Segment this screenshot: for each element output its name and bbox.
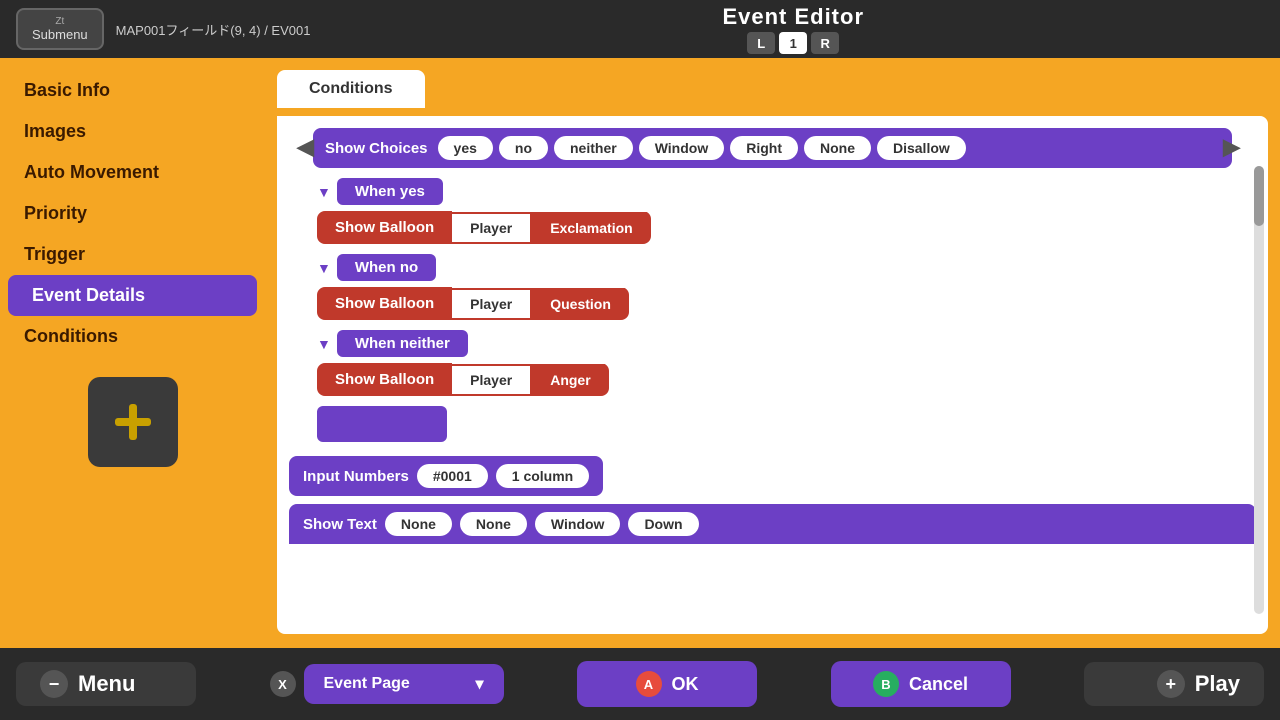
bottom-bar: − Menu X Event Page ▾ A OK B Cancel + Pl… [0, 648, 1280, 720]
when-neither-header: ▼ When neither [317, 330, 1256, 357]
minus-button[interactable]: − [40, 670, 68, 698]
when-neither-param1: Player [452, 364, 532, 396]
page-nav: L 1 R [322, 32, 1264, 54]
when-yes-action-row: Show Balloon Player Exclamation [317, 211, 651, 244]
choice-disallow-btn[interactable]: Disallow [877, 136, 966, 160]
page-title: Event Editor [322, 4, 1264, 30]
show-text-param3: Window [535, 512, 621, 536]
when-no-action-label: Show Balloon [317, 287, 452, 320]
top-bar: Zt Submenu MAP001フィールド(9, 4) / EV001 Eve… [0, 0, 1280, 58]
cancel-button[interactable]: B Cancel [831, 661, 1011, 707]
show-choices-label: Show Choices [325, 140, 428, 157]
choice-right-btn[interactable]: Right [730, 136, 798, 160]
event-page-button[interactable]: Event Page ▾ [304, 664, 504, 704]
ok-button[interactable]: A OK [577, 661, 757, 707]
when-neither-expand-arrow[interactable]: ▼ [317, 336, 331, 352]
menu-area: − Menu [16, 662, 196, 706]
a-badge: A [636, 671, 662, 697]
choice-none-btn[interactable]: None [804, 136, 871, 160]
breadcrumb: MAP001フィールド(9, 4) / EV001 [116, 20, 311, 39]
sidebar-item-conditions[interactable]: Conditions [0, 316, 265, 357]
input-numbers-row: Input Numbers #0001 1 column [289, 456, 603, 496]
play-label: Play [1195, 671, 1240, 697]
submenu-zt: Zt [55, 16, 64, 27]
page-r-button[interactable]: R [811, 32, 839, 54]
sidebar-item-trigger[interactable]: Trigger [0, 234, 265, 275]
when-no-expand-arrow[interactable]: ▼ [317, 260, 331, 276]
sidebar-item-basic-info[interactable]: Basic Info [0, 70, 265, 111]
b-badge: B [873, 671, 899, 697]
show-text-param1: None [385, 512, 452, 536]
sidebar-item-auto-movement[interactable]: Auto Movement [0, 152, 265, 193]
when-neither-action-label: Show Balloon [317, 363, 452, 396]
x-badge: X [270, 671, 296, 697]
editor-panel: ◀ ▶ Show Choices yes no neither Window R… [277, 116, 1268, 634]
when-no-label: When no [337, 254, 436, 281]
when-yes-header: ▼ When yes [317, 178, 1256, 205]
empty-indent-block [317, 406, 447, 442]
submenu-label: Submenu [32, 27, 88, 42]
choice-yes-btn[interactable]: yes [438, 136, 493, 160]
event-page-label: Event Page [324, 675, 410, 693]
show-choices-bar: Show Choices yes no neither Window Right… [313, 128, 1232, 168]
content-area: Conditions ◀ ▶ Show Choices yes no neith… [265, 58, 1280, 648]
scrollbar[interactable] [1254, 166, 1264, 614]
chevron-down-icon: ▾ [475, 674, 483, 694]
choice-neither-btn[interactable]: neither [554, 136, 633, 160]
plus-button[interactable]: + [1157, 670, 1185, 698]
when-neither-block: ▼ When neither Show Balloon Player Anger [289, 330, 1256, 396]
nav-left-arrow[interactable]: ◀ [289, 130, 322, 164]
play-area: + Play [1084, 662, 1264, 706]
page-num-button[interactable]: 1 [779, 32, 807, 54]
input-numbers-label: Input Numbers [303, 468, 409, 485]
when-yes-param1: Player [452, 212, 532, 244]
when-no-block: ▼ When no Show Balloon Player Question [289, 254, 1256, 320]
nav-right-arrow[interactable]: ▶ [1215, 130, 1248, 164]
show-text-param4: Down [628, 512, 698, 536]
when-yes-action-label: Show Balloon [317, 211, 452, 244]
scrollbar-thumb[interactable] [1254, 166, 1264, 226]
main-layout: Basic Info Images Auto Movement Priority… [0, 58, 1280, 648]
sidebar: Basic Info Images Auto Movement Priority… [0, 58, 265, 648]
when-neither-action-row: Show Balloon Player Anger [317, 363, 609, 396]
tool-icon [111, 400, 155, 444]
sidebar-item-priority[interactable]: Priority [0, 193, 265, 234]
choice-window-btn[interactable]: Window [639, 136, 725, 160]
when-neither-param2: Anger [532, 364, 608, 396]
sidebar-item-event-details[interactable]: Event Details [8, 275, 257, 316]
show-text-label: Show Text [303, 516, 377, 533]
show-text-row: Show Text None None Window Down [289, 504, 1256, 544]
title-area: Event Editor L 1 R [322, 4, 1264, 54]
submenu-button[interactable]: Zt Submenu [16, 8, 104, 50]
choice-no-btn[interactable]: no [499, 136, 548, 160]
when-no-action-row: Show Balloon Player Question [317, 287, 629, 320]
show-text-param2: None [460, 512, 527, 536]
sidebar-item-images[interactable]: Images [0, 111, 265, 152]
when-yes-param2: Exclamation [532, 212, 650, 244]
sidebar-icon-box [88, 377, 178, 467]
when-no-header: ▼ When no [317, 254, 1256, 281]
cancel-label: Cancel [909, 674, 968, 695]
input-numbers-param1: #0001 [417, 464, 488, 488]
event-page-area: X Event Page ▾ [270, 664, 504, 704]
when-neither-label: When neither [337, 330, 468, 357]
when-no-param2: Question [532, 288, 629, 320]
when-yes-expand-arrow[interactable]: ▼ [317, 184, 331, 200]
ok-label: OK [672, 674, 699, 695]
when-yes-block: ▼ When yes Show Balloon Player Exclamati… [289, 178, 1256, 244]
tab-conditions[interactable]: Conditions [277, 70, 425, 108]
menu-label: Menu [78, 671, 135, 697]
when-no-param1: Player [452, 288, 532, 320]
when-yes-label: When yes [337, 178, 443, 205]
page-l-button[interactable]: L [747, 32, 775, 54]
tab-bar: Conditions [277, 70, 1268, 108]
input-numbers-param2: 1 column [496, 464, 589, 488]
